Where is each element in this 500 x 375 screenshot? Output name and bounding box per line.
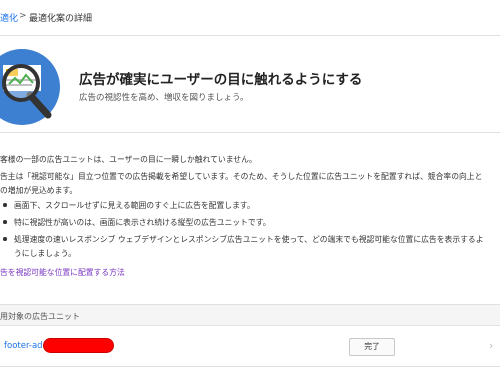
breadcrumb-parent-link[interactable]: 適化 [0, 11, 18, 24]
advertiser-paragraph-line1: 告主は「視認可能な」目立つ位置での広告掲載を希望しています。そのため、そうした位… [0, 172, 483, 181]
intro-text: 客様の一部の広告ユニットは、ユーザーの目に一瞬しか触れていません。 [0, 155, 257, 164]
ad-unit-row[interactable]: footer-ad 完了 › [0, 327, 500, 367]
advertiser-paragraph-line2: の増加が見込めます。 [0, 186, 78, 195]
chevron-right-icon[interactable]: › [489, 339, 493, 352]
recommendation-header: 広告が確実にユーザーの目に触れるようにする 広告の視認性を高め、増収を図りましょ… [0, 37, 500, 133]
done-button[interactable]: 完了 [349, 338, 395, 356]
ad-unit-name-link[interactable]: footer-ad [4, 341, 43, 351]
ad-units-section-header: 用対象の広告ユニット [0, 304, 500, 326]
breadcrumb-separator: > [19, 11, 27, 21]
recommendation-title: 広告が確実にユーザーの目に触れるようにする [79, 72, 363, 88]
bullet-item: 特に視認性が高いのは、画面に表示され続ける縦型の広告ユニットです。 [3, 218, 271, 227]
bullet-item: 処理速度の速いレスポンシブ ウェブデザインとレスポンシブ広告ユニットを使って、ど… [3, 235, 484, 244]
section-title: 用対象の広告ユニット [0, 312, 80, 321]
bullet-item-continuation: うにしましょう。 [14, 249, 76, 258]
viewable-placement-help-link[interactable]: 告を視認可能な位置に配置する方法 [0, 267, 125, 278]
bullet-item: 画面下、スクロールせずに見える範囲のすぐ上に広告を配置します。 [3, 201, 255, 210]
redaction-mark [43, 338, 114, 353]
recommendation-subtitle: 広告の視認性を高め、増収を図りましょう。 [79, 93, 249, 103]
magnifier-ad-icon [0, 49, 60, 125]
breadcrumb: 適化 > 最適化案の詳細 [0, 0, 500, 36]
breadcrumb-current: 最適化案の詳細 [29, 14, 93, 24]
